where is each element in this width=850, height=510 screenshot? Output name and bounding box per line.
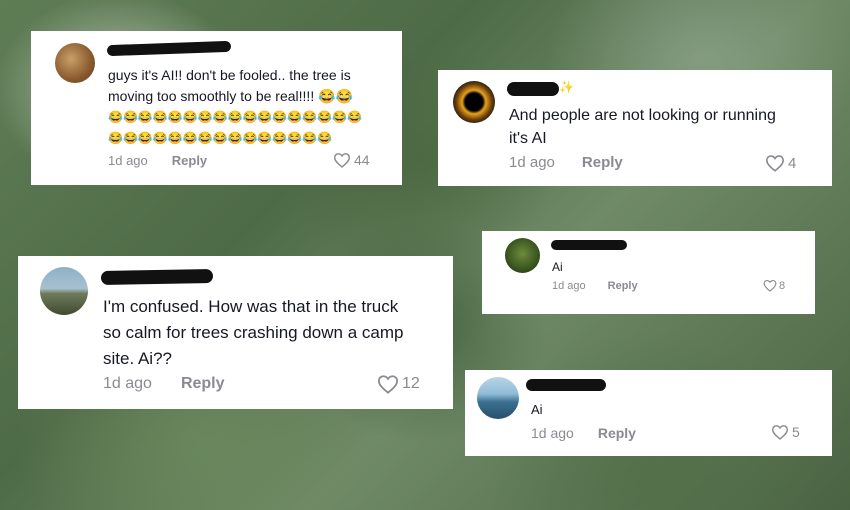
comment-line: Ai bbox=[552, 260, 563, 274]
comment-text: Ai bbox=[552, 259, 563, 275]
comment-meta: 1d ago Reply bbox=[509, 154, 623, 171]
avatar[interactable] bbox=[477, 377, 519, 419]
comment-line: And people are not looking or running bbox=[509, 107, 776, 124]
timestamp: 1d ago bbox=[531, 425, 574, 441]
avatar[interactable] bbox=[453, 81, 495, 123]
reply-button[interactable]: Reply bbox=[172, 153, 207, 168]
timestamp: 1d ago bbox=[509, 154, 555, 171]
comment-meta: 1d ago Reply bbox=[552, 280, 638, 292]
comment-line: site. Ai?? bbox=[103, 349, 172, 368]
comment-line: Ai bbox=[531, 402, 543, 417]
reply-button[interactable]: Reply bbox=[181, 375, 225, 393]
like-count: 8 bbox=[779, 279, 786, 292]
comment-line: 😂😂😂😂😂😂😂😂😂😂😂😂😂😂😂😂😂 bbox=[108, 110, 363, 124]
comment-card: Ai 1d ago Reply 5 bbox=[465, 370, 832, 456]
comment-card: guys it's AI!! don't be fooled.. the tre… bbox=[31, 31, 402, 185]
like-button[interactable]: 8 bbox=[763, 279, 785, 292]
comment-line: it's AI bbox=[509, 130, 547, 147]
comment-line: 😂😂😂😂😂😂😂😂😂😂😂😂😂😂😂 bbox=[108, 131, 333, 145]
like-button[interactable]: 44 bbox=[333, 152, 370, 168]
heart-icon bbox=[765, 155, 785, 172]
heart-icon bbox=[377, 375, 399, 394]
avatar[interactable] bbox=[40, 267, 88, 315]
comment-meta: 1d ago Reply bbox=[531, 425, 636, 441]
timestamp: 1d ago bbox=[108, 153, 148, 168]
comment-line: so calm for trees crashing down a camp bbox=[103, 323, 404, 342]
like-count: 12 bbox=[402, 375, 420, 392]
comment-card: ✨ And people are not looking or running … bbox=[438, 70, 832, 186]
name-spark: ✨ bbox=[559, 80, 574, 94]
redacted-username bbox=[526, 379, 606, 391]
heart-icon bbox=[771, 425, 789, 440]
comment-card: Ai 1d ago Reply 8 bbox=[482, 231, 815, 314]
comment-card: I'm confused. How was that in the truck … bbox=[18, 256, 453, 409]
reply-button[interactable]: Reply bbox=[598, 425, 636, 441]
comment-meta: 1d ago Reply bbox=[108, 153, 207, 168]
comment-text: And people are not looking or running it… bbox=[509, 104, 776, 150]
comment-line: I'm confused. How was that in the truck bbox=[103, 297, 399, 316]
like-button[interactable]: 5 bbox=[771, 424, 800, 440]
like-count: 4 bbox=[788, 154, 797, 172]
comment-text: Ai bbox=[531, 401, 543, 419]
comment-line: guys it's AI!! don't be fooled.. the tre… bbox=[108, 67, 351, 83]
redacted-username bbox=[100, 269, 214, 285]
like-button[interactable]: 4 bbox=[765, 154, 796, 172]
avatar[interactable] bbox=[505, 238, 540, 273]
reply-button[interactable]: Reply bbox=[608, 280, 638, 292]
like-count: 5 bbox=[792, 424, 800, 440]
redacted-username bbox=[507, 82, 559, 96]
avatar[interactable] bbox=[55, 43, 95, 83]
like-button[interactable]: 12 bbox=[377, 374, 420, 394]
comment-meta: 1d ago Reply bbox=[103, 375, 225, 393]
comment-line: moving too smoothly to be real!!!! 😂😂 bbox=[108, 88, 353, 104]
comment-text: I'm confused. How was that in the truck … bbox=[103, 294, 403, 372]
comment-text: guys it's AI!! don't be fooled.. the tre… bbox=[108, 65, 398, 149]
timestamp: 1d ago bbox=[552, 280, 586, 292]
redacted-username bbox=[551, 240, 627, 250]
reply-button[interactable]: Reply bbox=[582, 154, 623, 171]
redacted-username bbox=[106, 40, 232, 57]
heart-icon bbox=[763, 279, 777, 292]
heart-icon bbox=[333, 153, 351, 168]
timestamp: 1d ago bbox=[103, 375, 152, 392]
like-count: 44 bbox=[354, 152, 370, 168]
